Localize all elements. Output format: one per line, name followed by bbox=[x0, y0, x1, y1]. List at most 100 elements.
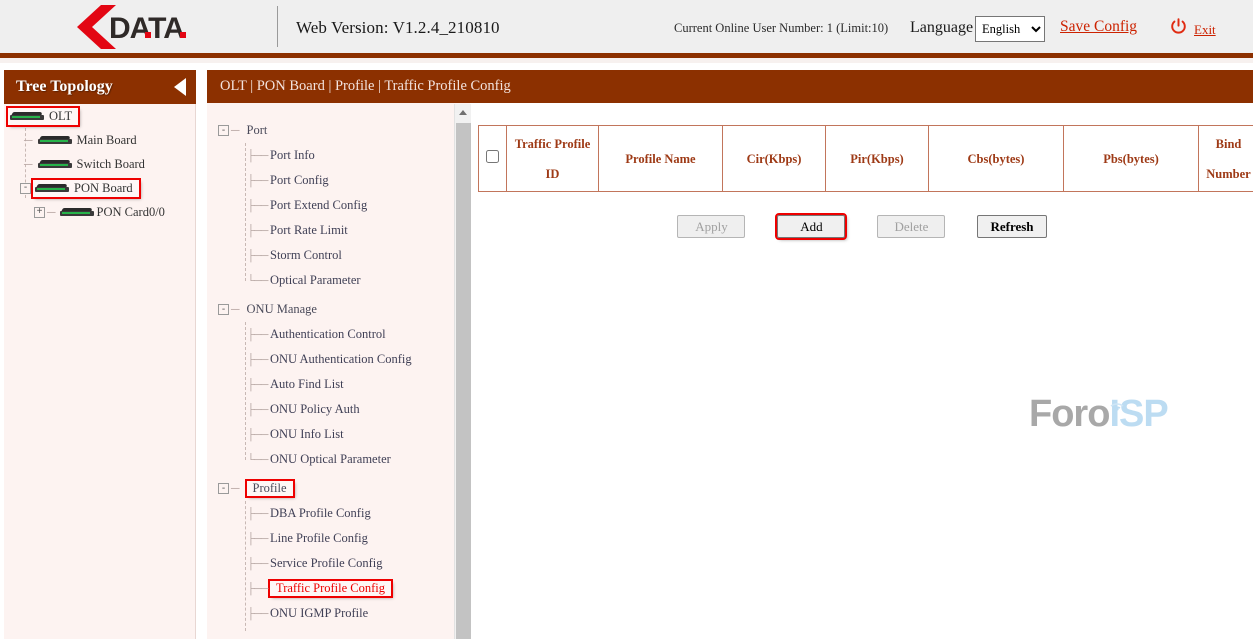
navigation-menu-panel: - ─ Port ├── Port Info ├── Port Config ├… bbox=[207, 103, 470, 639]
column-cir-kbps: Cir(Kbps) bbox=[723, 126, 826, 192]
menu-item-storm-control[interactable]: ├── Storm Control bbox=[207, 243, 455, 268]
menu-branch-icon: ├── bbox=[247, 150, 267, 162]
refresh-button[interactable]: Refresh bbox=[977, 215, 1046, 238]
tree-expand-toggle[interactable]: + bbox=[34, 207, 45, 218]
header-divider bbox=[277, 6, 278, 47]
menu-scrollbar[interactable] bbox=[454, 104, 471, 639]
tree-branch-icon: ─ bbox=[22, 133, 35, 148]
menu-item-label: ONU Optical Parameter bbox=[270, 452, 391, 467]
menu-collapse-toggle[interactable]: - bbox=[218, 483, 229, 494]
add-button[interactable]: Add bbox=[777, 215, 845, 238]
power-icon[interactable] bbox=[1170, 18, 1187, 35]
menu-item-onu-policy-auth[interactable]: ├── ONU Policy Auth bbox=[207, 397, 455, 422]
menu-item-service-profile-config[interactable]: ├── Service Profile Config bbox=[207, 551, 455, 576]
tree-node-pon-board[interactable]: - PON Board bbox=[4, 176, 196, 200]
traffic-profile-table: Traffic Profile ID Profile Name Cir(Kbps… bbox=[478, 125, 1253, 192]
tree-node-label: OLT bbox=[49, 109, 72, 124]
column-bind-number: Bind Number bbox=[1199, 126, 1253, 192]
column-profile-name: Profile Name bbox=[599, 126, 723, 192]
menu-item-label: Port Rate Limit bbox=[270, 223, 348, 238]
language-select[interactable]: English bbox=[975, 16, 1045, 42]
menu-group-label: ONU Manage bbox=[247, 302, 317, 317]
menu-item-label: Traffic Profile Config bbox=[270, 581, 391, 596]
menu-item-onu-optical-parameter[interactable]: └── ONU Optical Parameter bbox=[207, 447, 455, 472]
column-cbs-bytes: Cbs(bytes) bbox=[929, 126, 1064, 192]
menu-branch-icon: ├── bbox=[247, 608, 267, 620]
menu-branch-icon: └── bbox=[247, 275, 267, 287]
menu-group-onu-manage[interactable]: - ─ ONU Manage bbox=[207, 297, 455, 322]
menu-item-label: Port Info bbox=[270, 148, 315, 163]
device-icon bbox=[38, 135, 74, 146]
menu-item-label: Auto Find List bbox=[270, 377, 344, 392]
tree-node-switch-board[interactable]: ─ Switch Board bbox=[4, 152, 196, 176]
delete-button[interactable]: Delete bbox=[877, 215, 945, 238]
svg-text:DATA: DATA bbox=[109, 12, 184, 45]
select-all-cell bbox=[479, 126, 507, 192]
tree-node-olt[interactable]: OLT bbox=[4, 104, 196, 128]
menu-item-port-extend-config[interactable]: ├── Port Extend Config bbox=[207, 193, 455, 218]
menu-group-profile[interactable]: - ─ Profile bbox=[207, 476, 455, 501]
tree-collapse-toggle[interactable]: - bbox=[20, 183, 31, 194]
menu-item-port-info[interactable]: ├── Port Info bbox=[207, 143, 455, 168]
watermark-text-foro: Foro bbox=[1029, 393, 1109, 435]
menu-item-onu-igmp-profile[interactable]: ├── ONU IGMP Profile bbox=[207, 601, 455, 626]
tree-node-label: PON Card0/0 bbox=[97, 205, 165, 220]
menu-branch-icon: ├── bbox=[247, 225, 267, 237]
menu-item-onu-info-list[interactable]: ├── ONU Info List bbox=[207, 422, 455, 447]
exit-link[interactable]: Exit bbox=[1194, 22, 1216, 38]
save-config-link[interactable]: Save Config bbox=[1060, 18, 1137, 36]
navigation-menu-list: - ─ Port ├── Port Info ├── Port Config ├… bbox=[207, 103, 455, 639]
online-user-count: Current Online User Number: 1 (Limit:10) bbox=[674, 21, 888, 36]
menu-item-port-rate-limit[interactable]: ├── Port Rate Limit bbox=[207, 218, 455, 243]
menu-item-dba-profile-config[interactable]: ├── DBA Profile Config bbox=[207, 501, 455, 526]
main-content: Traffic Profile ID Profile Name Cir(Kbps… bbox=[471, 103, 1253, 639]
menu-branch-icon: ├── bbox=[247, 558, 267, 570]
menu-item-auto-find-list[interactable]: ├── Auto Find List bbox=[207, 372, 455, 397]
menu-branch-icon: ├── bbox=[247, 583, 267, 595]
menu-item-label: DBA Profile Config bbox=[270, 506, 371, 521]
menu-branch-icon: ├── bbox=[247, 250, 267, 262]
action-button-row: Apply Add Delete Refresh bbox=[471, 215, 1253, 238]
menu-branch-icon: ─ bbox=[229, 481, 242, 496]
menu-item-label: Storm Control bbox=[270, 248, 342, 263]
menu-collapse-toggle[interactable]: - bbox=[218, 304, 229, 315]
c-data-logo: DATA bbox=[68, 2, 208, 52]
menu-scrollbar-thumb[interactable] bbox=[456, 123, 471, 639]
tree-node-pon-card[interactable]: + ─ PON Card0/0 bbox=[4, 200, 196, 224]
menu-branch-icon: ├── bbox=[247, 200, 267, 212]
device-icon bbox=[38, 159, 74, 170]
menu-branch-icon: ├── bbox=[247, 329, 267, 341]
top-header-bar: DATA Web Version: V1.2.4_210810 Current … bbox=[0, 0, 1253, 53]
foroisp-watermark: ForoISP bbox=[1029, 393, 1168, 436]
tree-node-label: Main Board bbox=[77, 133, 137, 148]
menu-item-authentication-control[interactable]: ├── Authentication Control bbox=[207, 322, 455, 347]
menu-item-label: Port Config bbox=[270, 173, 329, 188]
language-label: Language bbox=[910, 19, 973, 37]
menu-branch-icon: └── bbox=[247, 454, 267, 466]
collapse-left-icon[interactable] bbox=[174, 78, 186, 96]
menu-item-onu-authentication-config[interactable]: ├── ONU Authentication Config bbox=[207, 347, 455, 372]
apply-button[interactable]: Apply bbox=[677, 215, 745, 238]
select-all-checkbox[interactable] bbox=[486, 150, 499, 163]
menu-item-label: Port Extend Config bbox=[270, 198, 367, 213]
menu-item-optical-parameter[interactable]: └── Optical Parameter bbox=[207, 268, 455, 293]
menu-branch-icon: ├── bbox=[247, 404, 267, 416]
menu-item-traffic-profile-config[interactable]: ├── Traffic Profile Config bbox=[207, 576, 455, 601]
header-rule-light bbox=[0, 58, 1253, 63]
menu-item-line-profile-config[interactable]: ├── Line Profile Config bbox=[207, 526, 455, 551]
tree-branch-icon: ─ bbox=[45, 205, 58, 220]
web-version-label: Web Version: V1.2.4_210810 bbox=[296, 18, 500, 38]
table-header-row: Traffic Profile ID Profile Name Cir(Kbps… bbox=[479, 126, 1253, 192]
menu-group-port[interactable]: - ─ Port bbox=[207, 118, 455, 143]
tree-node-label: Switch Board bbox=[77, 157, 145, 172]
menu-collapse-toggle[interactable]: - bbox=[218, 125, 229, 136]
antenna-signal-icon bbox=[1102, 379, 1132, 399]
scroll-up-icon[interactable] bbox=[455, 104, 471, 120]
menu-item-port-config[interactable]: ├── Port Config bbox=[207, 168, 455, 193]
menu-item-label: Authentication Control bbox=[270, 327, 386, 342]
tree-node-main-board[interactable]: ─ Main Board bbox=[4, 128, 196, 152]
traffic-profile-table-wrapper: Traffic Profile ID Profile Name Cir(Kbps… bbox=[478, 125, 1248, 192]
menu-group-label: Profile bbox=[247, 481, 293, 496]
menu-branch-icon: ├── bbox=[247, 429, 267, 441]
tree-topology-panel: Tree Topology OLT ─ Mai bbox=[4, 70, 196, 639]
